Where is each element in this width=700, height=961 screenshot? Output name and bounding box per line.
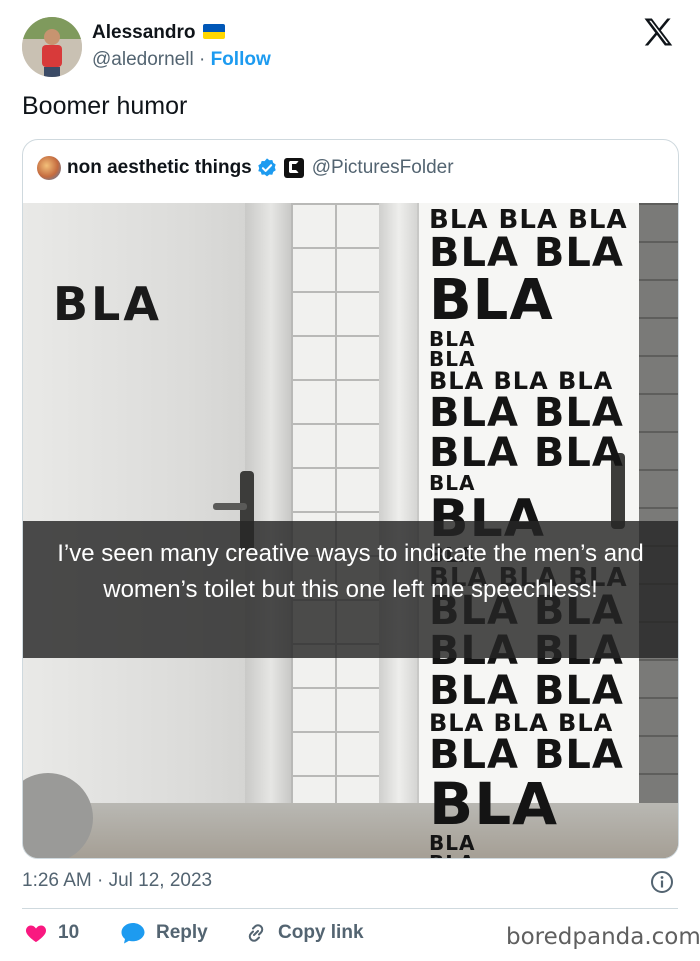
- reply-label: Reply: [156, 922, 208, 943]
- heart-icon: [25, 925, 47, 942]
- quoted-tweet-header: non aesthetic things @PicturesFolder: [37, 156, 454, 180]
- like-count: 10: [58, 922, 80, 943]
- tweet-text: Boomer humor: [22, 92, 188, 120]
- left-door-latch: [213, 503, 247, 510]
- verified-badge-icon: [258, 158, 276, 177]
- author-handle[interactable]: @aledornell: [92, 49, 194, 70]
- tweet-header: Alessandro @aledornell · Follow: [0, 0, 700, 90]
- quoted-image[interactable]: BLA BLA BLA BLA BLA BLA BLA BLA BLA BLA BLA B…: [23, 203, 678, 858]
- right-door-sign-line: BLA BLA: [429, 430, 624, 476]
- left-door-sign: BLA: [53, 277, 162, 331]
- copy-link-button[interactable]: Copy link: [244, 918, 364, 948]
- like-button[interactable]: 10: [24, 918, 79, 948]
- quoted-handle[interactable]: @PicturesFolder: [312, 157, 454, 178]
- author-avatar[interactable]: [22, 17, 82, 77]
- x-logo-icon[interactable]: [640, 14, 676, 50]
- reply-bubble-icon: [121, 923, 145, 944]
- right-door-sign-line: BLA BLA: [429, 390, 624, 436]
- author-handle-row: @aledornell · Follow: [92, 49, 271, 71]
- right-door-sign-line: BLA: [429, 268, 554, 333]
- link-icon: [248, 924, 264, 942]
- right-door-sign-line: BLA BLA: [429, 230, 624, 276]
- right-door-sign-line: BLA: [429, 770, 559, 838]
- watermark: boredpanda.com: [506, 924, 700, 950]
- separator: ·: [198, 49, 206, 70]
- author-name[interactable]: Alessandro: [92, 22, 195, 43]
- info-icon[interactable]: [650, 870, 674, 894]
- quoted-avatar[interactable]: [37, 156, 61, 180]
- divider: [22, 908, 678, 909]
- quoted-name[interactable]: non aesthetic things: [67, 157, 252, 178]
- author-name-row: Alessandro: [92, 22, 226, 44]
- follow-button[interactable]: Follow: [211, 49, 271, 70]
- affiliate-badge-icon: [283, 158, 304, 178]
- tweet-timestamp[interactable]: 1:26 AM · Jul 12, 2023: [22, 870, 212, 892]
- reply-button[interactable]: Reply: [120, 918, 208, 948]
- image-caption: I’ve seen many creative ways to indicate…: [57, 540, 644, 603]
- quoted-tweet[interactable]: non aesthetic things @PicturesFolder BLA …: [22, 139, 679, 859]
- ukraine-flag-icon: [203, 24, 226, 39]
- right-door-sign-line: BLA BLA: [429, 668, 624, 714]
- copy-link-label: Copy link: [278, 922, 364, 943]
- right-door-sign-line: BLA: [429, 347, 476, 371]
- right-door-sign-line: BLA: [429, 853, 639, 858]
- right-door-sign-line: BLA BLA: [429, 732, 624, 778]
